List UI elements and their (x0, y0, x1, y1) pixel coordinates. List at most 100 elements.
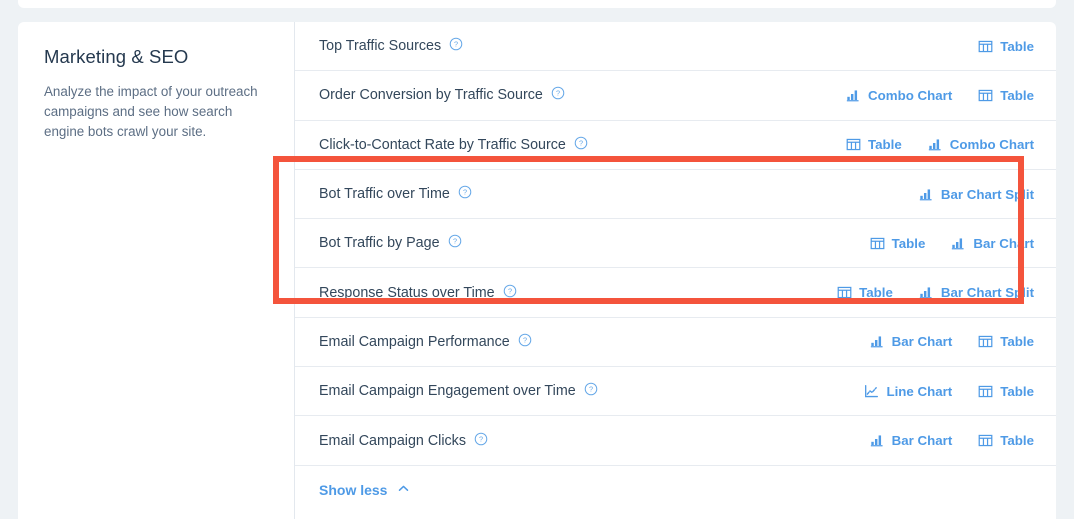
report-row-title: Email Campaign Engagement over Time? (319, 382, 598, 400)
action-link-label: Bar Chart (891, 433, 953, 449)
action-link-label: Bar Chart (973, 235, 1034, 251)
bar-chart-icon (870, 433, 885, 448)
svg-text:?: ? (479, 434, 483, 443)
action-link[interactable]: Bar Chart (870, 334, 953, 350)
action-link[interactable]: Bar Chart Split (919, 285, 1034, 300)
svg-text:?: ? (508, 286, 512, 295)
action-link-label: Table (868, 137, 902, 153)
action-link-label: Line Chart (886, 383, 953, 399)
report-row-label: Bot Traffic by Page (319, 235, 440, 252)
table-icon (837, 285, 852, 300)
bar-chart-icon (846, 88, 861, 103)
svg-text:?: ? (453, 237, 457, 246)
action-link[interactable]: Combo Chart (928, 137, 1034, 152)
help-circle-icon[interactable]: ? (574, 136, 588, 154)
report-row[interactable]: Click-to-Contact Rate by Traffic Source?… (295, 121, 1056, 170)
help-circle-icon[interactable]: ? (474, 432, 488, 450)
report-row-title: Email Campaign Clicks? (319, 432, 488, 450)
action-link-label: Bar Chart Split (940, 186, 1034, 202)
action-link[interactable]: Table (846, 137, 902, 152)
report-row-label: Email Campaign Engagement over Time (319, 383, 576, 400)
report-row[interactable]: Email Campaign Engagement over Time? Line… (295, 367, 1056, 417)
marketing-seo-card: Marketing & SEO Analyze the impact of yo… (18, 22, 1056, 519)
action-link-label: Table (1000, 334, 1034, 350)
action-link-label: Table (1000, 87, 1034, 103)
report-row[interactable]: Bot Traffic over Time? Bar Chart Split (295, 170, 1056, 220)
action-link[interactable]: Table (870, 235, 926, 251)
action-link[interactable]: Table (978, 334, 1034, 349)
help-circle-icon[interactable]: ? (551, 86, 565, 104)
help-circle-icon[interactable]: ? (518, 333, 532, 351)
action-link[interactable]: Table (837, 285, 893, 300)
action-link-label: Table (891, 235, 926, 251)
action-link-label: Table (1000, 433, 1034, 449)
chevron-up-icon (397, 482, 410, 498)
page-root: Marketing & SEO Analyze the impact of yo… (0, 0, 1074, 519)
report-row-label: Email Campaign Performance (319, 333, 510, 350)
report-list: Top Traffic Sources? Table Order Conversio… (295, 22, 1056, 519)
report-row-title: Bot Traffic by Page? (319, 234, 462, 252)
report-row-actions: Table Bar Chart (870, 236, 1034, 251)
report-row-label: Click-to-Contact Rate by Traffic Source (319, 136, 566, 153)
help-circle-icon[interactable]: ? (449, 37, 463, 55)
report-row-actions: Table Combo Chart (846, 137, 1034, 152)
action-link[interactable]: Bar Chart (870, 433, 953, 449)
card-inner: Marketing & SEO Analyze the impact of yo… (18, 22, 1056, 519)
action-link[interactable]: Table (978, 384, 1034, 399)
report-row-title: Click-to-Contact Rate by Traffic Source? (319, 136, 588, 154)
action-link[interactable]: Table (978, 39, 1034, 54)
help-circle-icon[interactable]: ? (584, 382, 598, 400)
previous-card-edge (18, 0, 1056, 8)
report-row[interactable]: Response Status over Time? Table Bar Chart… (295, 268, 1056, 318)
svg-text:?: ? (463, 188, 467, 197)
help-circle-icon[interactable]: ? (503, 284, 517, 302)
report-row[interactable]: Email Campaign Performance? Bar Chart Tabl… (295, 318, 1056, 368)
report-row-title: Response Status over Time? (319, 284, 517, 302)
action-link[interactable]: Line Chart (864, 384, 952, 399)
action-link-label: Combo Chart (868, 87, 953, 103)
show-less-button[interactable]: Show less (295, 466, 410, 498)
report-row-label: Email Campaign Clicks (319, 432, 466, 449)
action-link-label: Table (859, 285, 893, 301)
table-icon (978, 384, 993, 399)
action-link-label: Bar Chart Split (940, 285, 1034, 301)
action-link[interactable]: Table (978, 433, 1034, 448)
table-icon (846, 137, 861, 152)
action-link[interactable]: Combo Chart (846, 88, 952, 103)
action-link-label: Table (1000, 38, 1034, 54)
report-row[interactable]: Email Campaign Clicks? Bar Chart Table (295, 416, 1056, 466)
section-title: Marketing & SEO (44, 46, 189, 67)
help-circle-icon[interactable]: ? (448, 234, 462, 252)
svg-text:?: ? (523, 336, 527, 345)
report-row-actions: Bar Chart Table (870, 334, 1034, 349)
bar-chart-icon (928, 137, 943, 152)
report-row[interactable]: Top Traffic Sources? Table (295, 22, 1056, 72)
table-icon (978, 88, 993, 103)
section-description-panel: Marketing & SEO Analyze the impact of yo… (18, 22, 295, 519)
report-row-title: Bot Traffic over Time? (319, 185, 472, 203)
action-link-label: Bar Chart (891, 334, 953, 350)
report-row-label: Bot Traffic over Time (319, 186, 450, 203)
report-row[interactable]: Bot Traffic by Page? Table Bar Chart (295, 219, 1056, 269)
report-row-title: Top Traffic Sources? (319, 37, 463, 55)
table-icon (978, 433, 993, 448)
report-row-actions: Table (978, 39, 1034, 54)
report-row-label: Top Traffic Sources (319, 38, 442, 55)
report-row-actions: Bar Chart Table (870, 433, 1034, 448)
bar-chart-icon (870, 334, 885, 349)
action-link[interactable]: Table (978, 88, 1034, 103)
show-less-label: Show less (319, 481, 388, 498)
report-row-actions: Line Chart Table (864, 384, 1034, 399)
table-icon (978, 39, 993, 54)
bar-chart-icon (919, 285, 934, 300)
help-circle-icon[interactable]: ? (458, 185, 472, 203)
bar-chart-icon (919, 187, 934, 202)
report-row-label: Order Conversion by Traffic Source (319, 87, 543, 104)
report-row-title: Email Campaign Performance? (319, 333, 532, 351)
table-icon (978, 334, 993, 349)
action-link[interactable]: Bar Chart Split (919, 187, 1034, 202)
report-row-actions: Combo Chart Table (846, 88, 1034, 103)
action-link-label: Table (1000, 383, 1034, 399)
report-row[interactable]: Order Conversion by Traffic Source? Combo… (295, 71, 1056, 121)
action-link[interactable]: Bar Chart (951, 236, 1034, 251)
